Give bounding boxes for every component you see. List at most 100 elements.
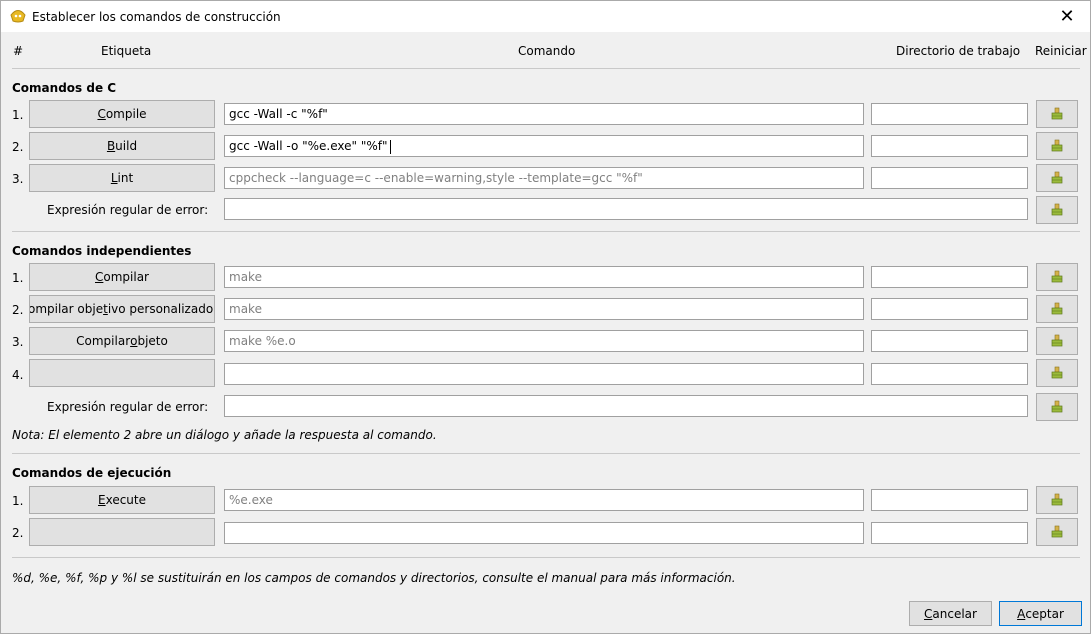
exec-command-working-dir-input[interactable] — [871, 489, 1028, 511]
column-header-command: Comando — [518, 44, 576, 58]
build-commands-dialog: Establecer los comandos de construcción … — [0, 0, 1091, 634]
exec-command-label-button[interactable]: Execute — [29, 486, 215, 514]
label-text-post: bjeto — [137, 334, 168, 348]
close-button[interactable]: ✕ — [1044, 1, 1090, 32]
accept-mnemonic: A — [1017, 606, 1026, 621]
c-regex-input[interactable] — [224, 198, 1028, 220]
c-command-label-button[interactable]: Build — [29, 132, 215, 160]
c-command-label-button[interactable]: Compile — [29, 100, 215, 128]
exec-command-reset-button[interactable] — [1036, 518, 1078, 546]
geany-icon — [10, 10, 26, 23]
label-text-pre: Compilar obje — [30, 302, 104, 316]
c-command-working-dir-input[interactable] — [871, 167, 1028, 189]
c-command-row-number: 2. — [12, 140, 24, 154]
exec-command-working-dir-input[interactable] — [871, 522, 1028, 544]
independent-regex-reset-button[interactable] — [1036, 393, 1078, 421]
c-command-row-number: 1. — [12, 108, 24, 122]
independent-command-working-dir-input[interactable] — [871, 266, 1028, 288]
section-title-independent-commands: Comandos independientes — [12, 244, 192, 258]
label-mnemonic: E — [98, 493, 106, 507]
c-command-working-dir-input[interactable] — [871, 135, 1028, 157]
label-text-post: xecute — [105, 493, 146, 507]
c-regex-reset-button[interactable] — [1036, 196, 1078, 224]
independent-command-row-number: 3. — [12, 335, 24, 349]
exec-command-row-number: 1. — [12, 494, 24, 508]
label-mnemonic: C — [97, 107, 106, 121]
clear-broom-icon — [1051, 139, 1063, 152]
column-header-number: # — [13, 44, 24, 58]
column-header-label: Etiqueta — [101, 44, 152, 58]
independent-command-row-number: 1. — [12, 271, 24, 285]
independent-command-working-dir-input[interactable] — [871, 330, 1028, 352]
accept-button[interactable]: Aceptar — [999, 601, 1082, 626]
independent-command-reset-button[interactable] — [1036, 263, 1078, 291]
independent-command-label-button[interactable]: Compilar objetivo personalizado... — [29, 295, 215, 323]
separator — [12, 557, 1080, 558]
independent-command-reset-button[interactable] — [1036, 359, 1078, 387]
label-text-post: int — [117, 171, 134, 185]
column-header-reset: Reiniciar — [1035, 44, 1087, 58]
cancel-label-rest: ancelar — [932, 606, 977, 621]
independent-command-reset-button[interactable] — [1036, 295, 1078, 323]
command-text: gcc -Wall -o "%e.exe" "%f" — [229, 139, 388, 153]
c-command-reset-button[interactable] — [1036, 132, 1078, 160]
exec-command-command-input[interactable] — [224, 522, 864, 544]
independent-command-row-number: 4. — [12, 368, 24, 382]
c-command-command-input[interactable]: gcc -Wall -c "%f" — [224, 103, 864, 125]
label-text-pre: Compilar — [76, 334, 131, 348]
label-text-post: ompilar — [103, 270, 149, 284]
independent-command-command-input[interactable] — [224, 363, 864, 385]
independent-command-label-button[interactable]: Compilar — [29, 263, 215, 291]
cancel-button[interactable]: Cancelar — [909, 601, 992, 626]
separator — [12, 231, 1080, 232]
exec-command-row-number: 2. — [12, 526, 24, 540]
cancel-mnemonic: C — [924, 606, 933, 621]
separator — [12, 453, 1080, 454]
independent-command-working-dir-input[interactable] — [871, 298, 1028, 320]
c-command-row-number: 3. — [12, 172, 24, 186]
separator — [12, 68, 1080, 69]
independent-regex-label: Expresión regular de error: — [47, 400, 209, 414]
command-text: make — [229, 302, 262, 316]
c-command-reset-button[interactable] — [1036, 164, 1078, 192]
accept-label-rest: ceptar — [1025, 606, 1064, 621]
independent-command-reset-button[interactable] — [1036, 327, 1078, 355]
exec-command-reset-button[interactable] — [1036, 486, 1078, 514]
independent-command-working-dir-input[interactable] — [871, 363, 1028, 385]
exec-command-command-input[interactable]: %e.exe — [224, 489, 864, 511]
c-regex-label: Expresión regular de error: — [47, 203, 209, 217]
independent-regex-input[interactable] — [224, 395, 1028, 417]
clear-broom-icon — [1051, 302, 1063, 315]
independent-note: Nota: El elemento 2 abre un diálogo y añ… — [12, 428, 437, 442]
section-title-c-commands: Comandos de C — [12, 81, 117, 95]
clear-broom-icon — [1051, 270, 1063, 283]
command-text: %e.exe — [229, 493, 273, 507]
clear-broom-icon — [1051, 203, 1063, 216]
clear-broom-icon — [1051, 334, 1063, 347]
command-text: cppcheck --language=c --enable=warning,s… — [229, 171, 643, 185]
c-command-reset-button[interactable] — [1036, 100, 1078, 128]
independent-command-label-button[interactable]: Compilar o bjeto — [29, 327, 215, 355]
c-command-command-input[interactable]: gcc -Wall -o "%e.exe" "%f" — [224, 135, 864, 157]
independent-command-command-input[interactable]: make — [224, 298, 864, 320]
independent-command-command-input[interactable]: make — [224, 266, 864, 288]
section-title-exec-commands: Comandos de ejecución — [12, 466, 172, 480]
command-text: make %e.o — [229, 334, 296, 348]
window-title: Establecer los comandos de construcción — [32, 10, 281, 24]
independent-command-command-input[interactable]: make %e.o — [224, 330, 864, 352]
c-command-working-dir-input[interactable] — [871, 103, 1028, 125]
clear-broom-icon — [1051, 493, 1063, 506]
text-caret — [389, 139, 391, 154]
independent-command-label-button[interactable] — [29, 359, 215, 387]
label-text-post: uild — [115, 139, 138, 153]
c-command-label-button[interactable]: Lint — [29, 164, 215, 192]
command-text: make — [229, 270, 262, 284]
title-bar: Establecer los comandos de construcción … — [1, 1, 1090, 32]
label-text-post: ivo personalizado... — [107, 302, 215, 316]
clear-broom-icon — [1051, 107, 1063, 120]
c-command-command-input[interactable]: cppcheck --language=c --enable=warning,s… — [224, 167, 864, 189]
exec-command-label-button[interactable] — [29, 518, 215, 546]
label-mnemonic: B — [106, 139, 116, 153]
close-icon: ✕ — [1059, 6, 1075, 27]
footer-info: %d, %e, %f, %p y %l se sustituirán en lo… — [12, 571, 736, 585]
